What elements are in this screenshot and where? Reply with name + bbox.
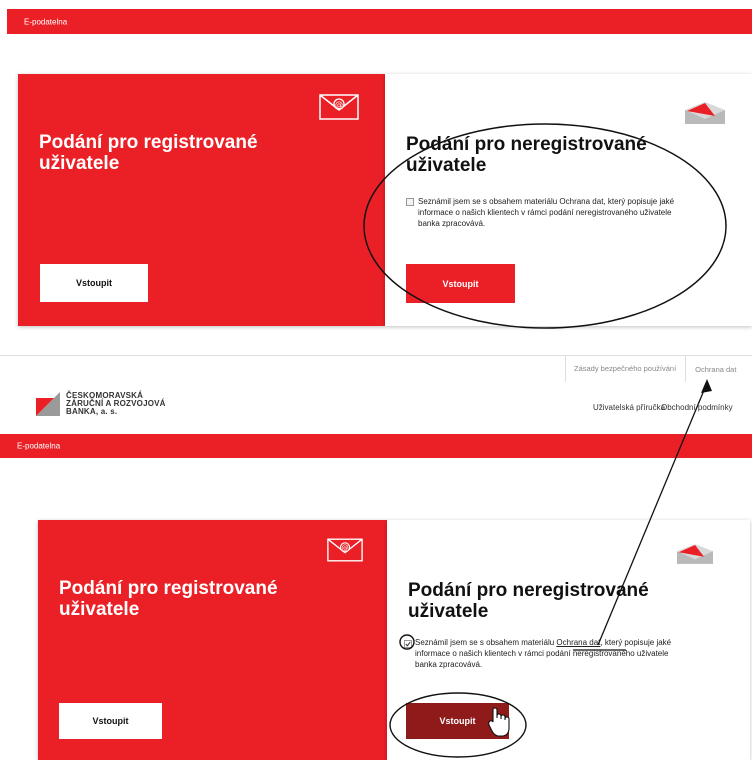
card-title-line1: Podání pro registrované	[39, 132, 258, 153]
card-title-line2: uživatele	[39, 153, 120, 174]
annotation-overlay-bottom	[389, 379, 712, 758]
envelope-at-icon: @	[319, 94, 359, 120]
header-bar-top: E-podatelna	[7, 9, 752, 34]
enter-registered-button[interactable]: Vstoupit	[40, 264, 148, 302]
registered-card-top: @ Podání pro registrované uživatele Vsto…	[18, 74, 385, 326]
header-bar-label: E-podatelna	[24, 17, 68, 26]
annotation-ellipse-top	[363, 123, 727, 329]
svg-text:@: @	[335, 100, 343, 109]
hand-cursor-icon	[488, 707, 510, 737]
